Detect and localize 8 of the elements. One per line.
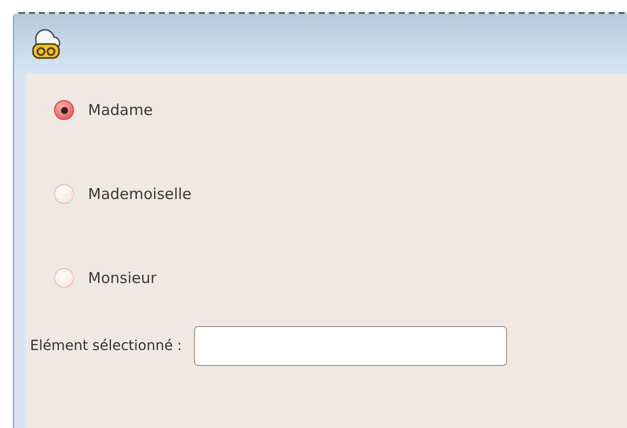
radio-button[interactable]: [54, 100, 74, 120]
input-field[interactable]: [194, 326, 507, 366]
radio-button[interactable]: [54, 184, 74, 204]
radio-label[interactable]: Mademoiselle: [88, 185, 192, 203]
field-label: Elément sélectionné :: [30, 338, 182, 354]
radio-label[interactable]: Monsieur: [88, 269, 157, 287]
radio-label[interactable]: Madame: [88, 101, 153, 119]
radio-button[interactable]: [54, 268, 74, 288]
